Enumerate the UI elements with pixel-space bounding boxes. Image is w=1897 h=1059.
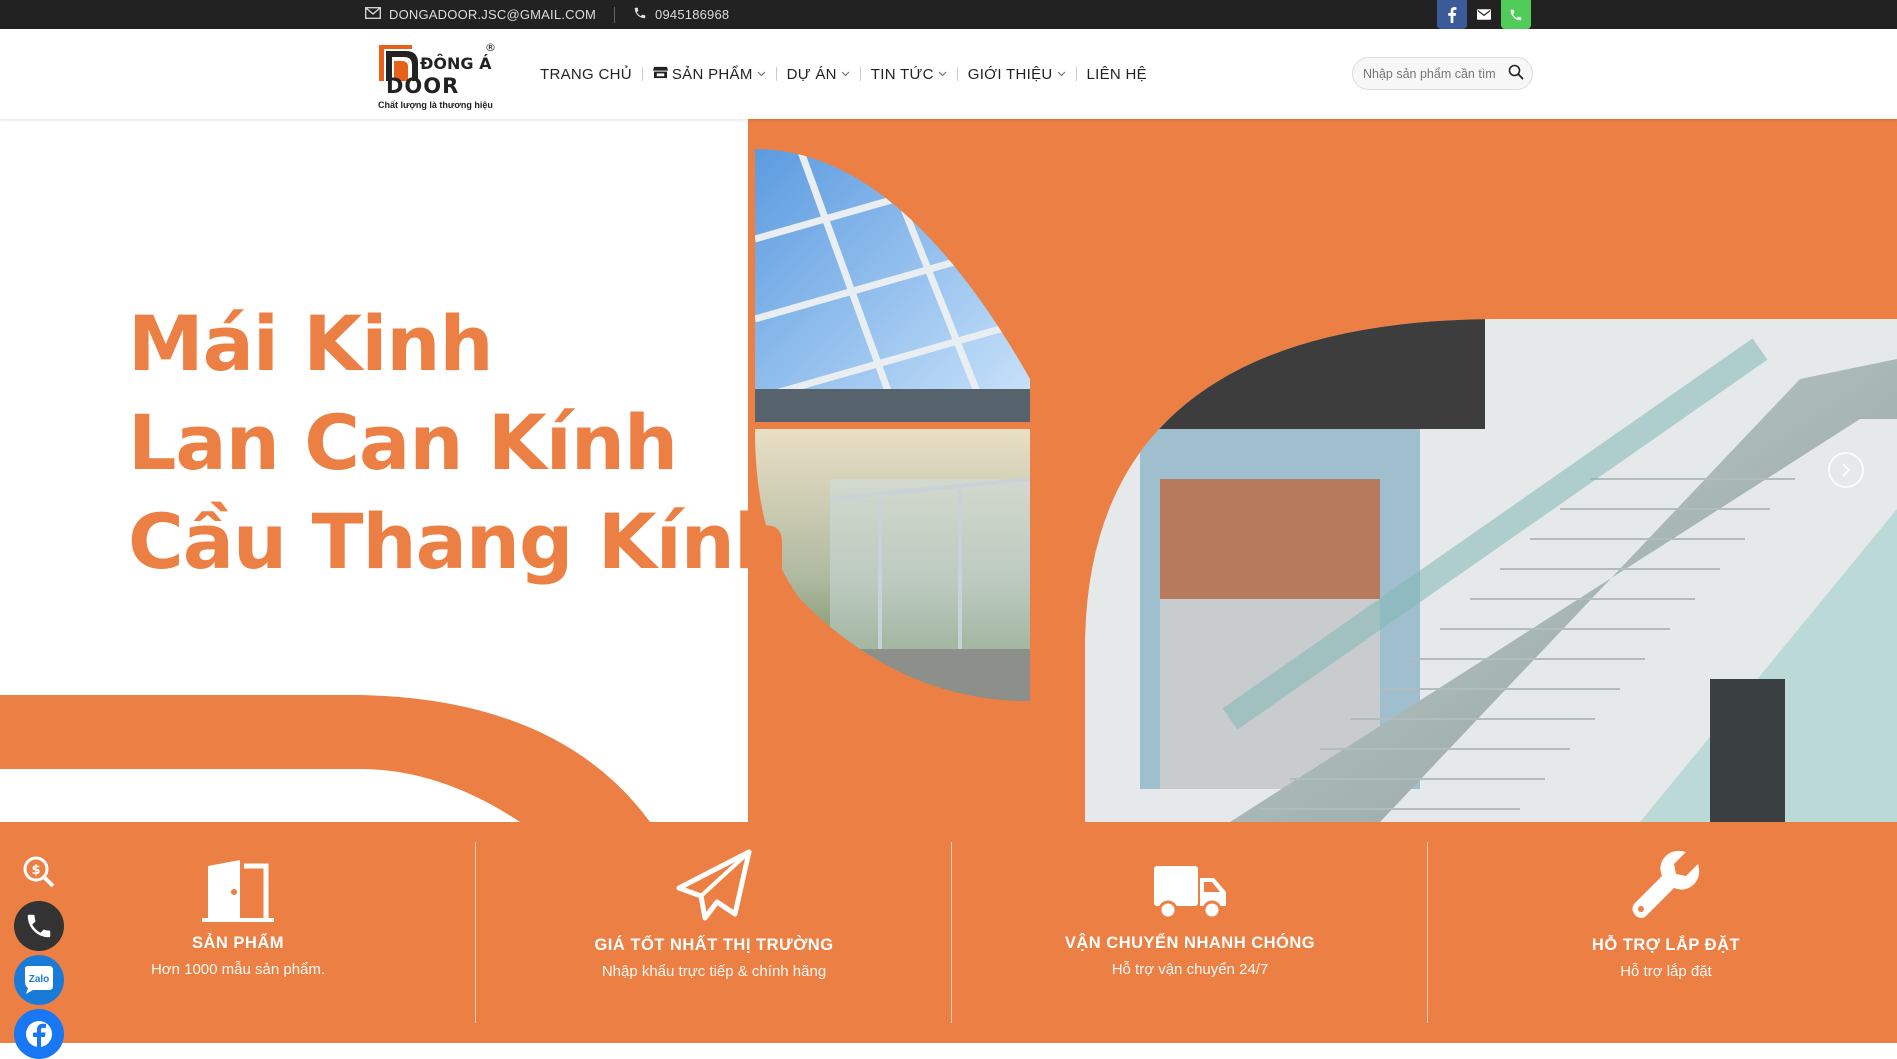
store-icon — [652, 66, 668, 83]
facebook-float-button[interactable] — [14, 1009, 64, 1059]
chevron-down-icon — [841, 69, 850, 79]
phone-icon — [633, 6, 647, 23]
svg-text:$: $ — [31, 863, 40, 878]
top-phone-link[interactable]: 0945186968 — [655, 7, 729, 22]
hero-line-3: Cầu Thang Kính — [128, 497, 788, 586]
mail-icon[interactable] — [1469, 0, 1499, 29]
site-header: ĐÔNG Á ® DOOR Chất lượng là thương hiệu … — [0, 29, 1897, 119]
facebook-icon[interactable] — [1437, 0, 1467, 29]
svg-text:Zalo: Zalo — [29, 974, 50, 985]
search-box — [1352, 57, 1533, 90]
nav-item-home[interactable]: TRANG CHỦ — [540, 66, 642, 83]
door-icon — [0, 842, 476, 922]
mail-icon — [365, 7, 381, 22]
social-links — [1437, 0, 1531, 29]
top-email-link[interactable]: DONGADOOR.JSC@GMAIL.COM — [389, 7, 596, 22]
chevron-down-icon — [938, 69, 947, 79]
svg-text:®: ® — [485, 41, 496, 54]
main-nav: TRANG CHỦ SẢN PHẨM DỰ ÁN TIN TỨC GIỚI TH… — [540, 29, 1157, 119]
slider-next-button[interactable] — [1828, 452, 1864, 488]
zalo-float-button[interactable]: Zalo — [14, 955, 64, 1005]
search-icon[interactable] — [1508, 64, 1524, 83]
feature-installation: HỖ TRỢ LẮP ĐẶT Hỗ trợ lắp đặt — [1428, 842, 1897, 1023]
logo-text-top: ĐÔNG Á — [420, 54, 492, 73]
search-dollar-icon: $ — [23, 856, 55, 888]
nav-item-news[interactable]: TIN TỨC — [861, 66, 957, 83]
divider — [614, 6, 616, 23]
logo-text-main: DOOR — [386, 74, 459, 98]
chevron-down-icon — [1057, 69, 1066, 79]
chevron-right-icon — [1842, 463, 1851, 477]
feature-products: SẢN PHẨM Hơn 1000 mẫu sản phẩm. — [0, 842, 476, 1023]
nav-item-projects[interactable]: DỰ ÁN — [777, 66, 860, 83]
paper-plane-icon — [476, 842, 952, 922]
chevron-down-icon — [757, 69, 766, 79]
features-strip: SẢN PHẨM Hơn 1000 mẫu sản phẩm. GIÁ TỐT … — [0, 822, 1897, 1043]
hero-slider: Mái Kinh Lan Can Kính Cầu Thang Kính — [0, 119, 1897, 822]
nav-item-contact[interactable]: LIÊN HỆ — [1077, 66, 1157, 83]
feature-fast-shipping: VẬN CHUYỂN NHANH CHÓNG Hỗ trợ vận chuyển… — [952, 842, 1428, 1023]
logo[interactable]: ĐÔNG Á ® DOOR Chất lượng là thương hiệu — [376, 37, 500, 113]
phone-icon[interactable] — [1501, 0, 1531, 29]
phone-float-button[interactable] — [14, 901, 64, 951]
top-contact: DONGADOOR.JSC@GMAIL.COM 0945186968 — [365, 0, 729, 29]
wrench-icon — [1428, 842, 1897, 922]
top-bar: DONGADOOR.JSC@GMAIL.COM 0945186968 — [0, 0, 1897, 29]
hero-line-1: Mái Kinh — [128, 299, 494, 388]
phone-icon — [27, 914, 51, 938]
feature-best-price: GIÁ TỐT NHẤT THỊ TRƯỜNG Nhập khẩu trực t… — [476, 842, 952, 1023]
nav-item-products[interactable]: SẢN PHẨM — [643, 66, 776, 83]
hero-title: Mái Kinh Lan Can Kính Cầu Thang Kính — [128, 294, 788, 591]
hero-line-2: Lan Can Kính — [128, 398, 678, 487]
zalo-icon: Zalo — [25, 966, 53, 994]
search-input[interactable] — [1363, 66, 1508, 81]
facebook-icon — [26, 1021, 52, 1049]
nav-item-about[interactable]: GIỚI THIỆU — [958, 66, 1076, 83]
logo-slogan: Chất lượng là thương hiệu — [378, 100, 493, 110]
search-float-button[interactable]: $ — [14, 847, 64, 897]
truck-icon — [952, 842, 1428, 922]
